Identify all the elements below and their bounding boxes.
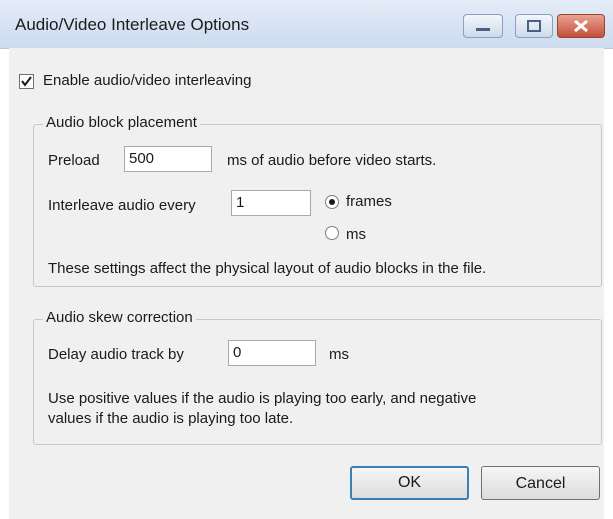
delay-label: Delay audio track by (48, 346, 184, 363)
delay-input[interactable]: 0 (228, 340, 316, 366)
checkmark-icon (21, 76, 32, 87)
window-title: Audio/Video Interleave Options (15, 15, 250, 34)
delay-unit: ms (329, 346, 349, 363)
preload-suffix: ms of audio before video starts. (227, 152, 437, 169)
preload-label: Preload (48, 152, 100, 169)
title-bar: Audio/Video Interleave Options (0, 0, 613, 49)
interleave-input[interactable]: 1 (231, 190, 311, 216)
skew-group-title: Audio skew correction (43, 309, 196, 326)
cancel-button[interactable]: Cancel (481, 466, 600, 500)
interleave-label: Interleave audio every (48, 197, 196, 214)
radio-frames[interactable] (325, 195, 339, 209)
audio-block-group-title: Audio block placement (43, 114, 200, 131)
close-icon (574, 19, 588, 33)
preload-input[interactable]: 500 (124, 146, 212, 172)
skew-note-line2: values if the audio is playing too late. (48, 410, 294, 427)
enable-interleave-checkbox[interactable] (19, 74, 34, 89)
enable-interleave-label: Enable audio/video interleaving (43, 72, 252, 89)
close-button[interactable] (557, 14, 605, 38)
maximize-button[interactable] (515, 14, 553, 38)
minimize-icon (476, 28, 490, 31)
minimize-button[interactable] (463, 14, 503, 38)
radio-frames-label: frames (346, 193, 392, 210)
audio-block-note: These settings affect the physical layou… (48, 260, 487, 277)
skew-note-line1: Use positive values if the audio is play… (48, 390, 477, 407)
maximize-icon (527, 20, 541, 32)
ok-button[interactable]: OK (350, 466, 469, 500)
radio-ms[interactable] (325, 226, 339, 240)
radio-ms-label: ms (346, 226, 366, 243)
